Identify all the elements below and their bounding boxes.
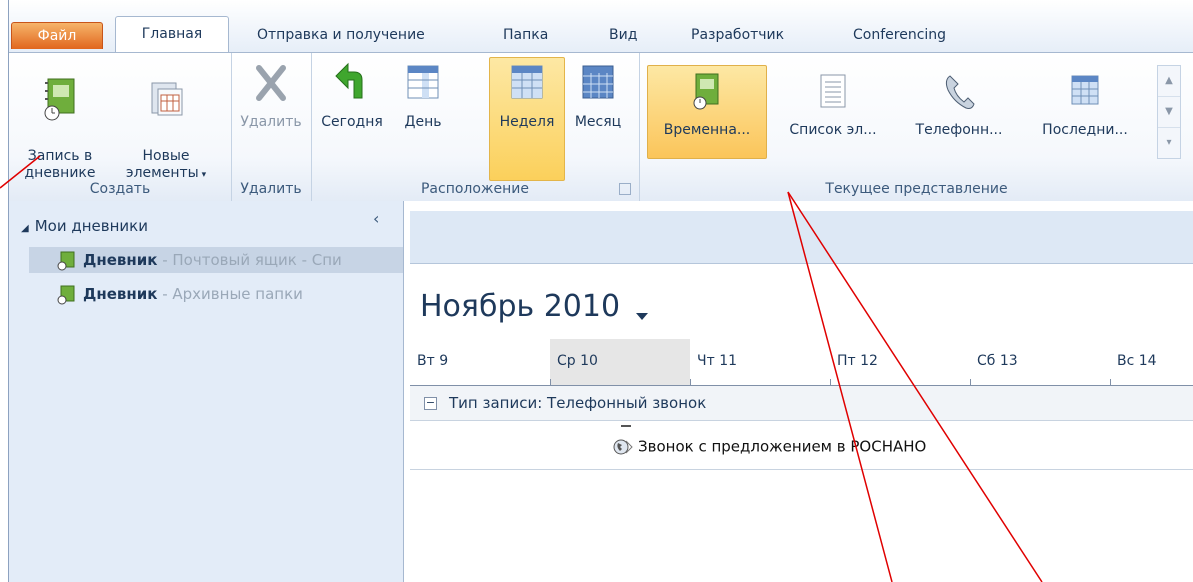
day-tick	[550, 379, 551, 385]
tab-folder[interactable]: Папка	[503, 20, 548, 50]
my-journals-header[interactable]: ◢ Мои дневники	[21, 217, 148, 235]
journal-name: Дневник	[83, 285, 158, 303]
gallery-down-icon[interactable]: ▼	[1158, 97, 1180, 128]
day-label: Вт 9	[417, 353, 449, 369]
day-label: Вс 14	[1117, 353, 1157, 369]
timeline-view: Ноябрь 2010 Вт 9 Ср 10 Чт 11 Пт 12 Сб 13…	[404, 201, 1193, 582]
journal-entry-label: Запись в дневнике	[24, 148, 96, 181]
journal-location: - Почтовый ящик - Спи	[157, 251, 342, 269]
gallery-scroll[interactable]: ▲ ▼ ▾	[1157, 65, 1181, 159]
journal-entry-item[interactable]: Звонок с предложением в РОСНАНО	[612, 437, 926, 457]
group-arrange-label: Расположение	[420, 181, 530, 197]
dialog-launcher-icon[interactable]	[619, 183, 631, 195]
day-scale: Вт 9 Ср 10 Чт 11 Пт 12 Сб 13 Вс 14	[410, 339, 1193, 386]
group-delete: Удалить Удалить	[231, 53, 312, 201]
day-label: Пт 12	[837, 353, 878, 369]
timeline-item-row: Звонок с предложением в РОСНАНО	[410, 421, 1193, 470]
day-tick	[1110, 379, 1111, 385]
view-last-seven-days[interactable]: Последни...	[1025, 65, 1145, 159]
gallery-more-icon[interactable]: ▾	[1158, 128, 1180, 158]
view-phone-calls-label: Телефонн...	[915, 122, 1003, 138]
new-items-button[interactable]: Новые элементы ▾	[109, 59, 223, 185]
tab-view[interactable]: Вид	[609, 20, 637, 50]
phone-icon	[945, 75, 975, 109]
nav-item-journal-mailbox[interactable]: Дневник - Почтовый ящик - Спи	[29, 247, 403, 273]
collapse-pane-icon[interactable]: ‹	[373, 209, 379, 228]
month-dropdown-icon[interactable]	[636, 313, 648, 320]
month-calendar-icon	[582, 65, 614, 99]
view-phone-calls[interactable]: Телефонн...	[899, 65, 1019, 159]
group-header-row[interactable]: − Тип записи: Телефонный звонок	[410, 386, 1193, 421]
current-view-gallery: Временна... Список эл... Телефонн... Пос…	[641, 57, 1181, 161]
week-label: Неделя	[499, 114, 555, 130]
day-tick	[830, 379, 831, 385]
day-label: Чт 11	[697, 353, 738, 369]
view-last-seven-days-label: Последни...	[1042, 122, 1128, 138]
journal-icon	[44, 78, 75, 121]
group-create: Запись в дневнике Новые элементы ▾ Созда…	[9, 53, 232, 201]
tab-home[interactable]: Главная	[115, 16, 229, 54]
journal-icon	[57, 285, 75, 304]
journal-entry-button[interactable]: Запись в дневнике	[13, 59, 107, 183]
entry-duration-bar	[621, 425, 631, 427]
journal-location: - Архивные папки	[157, 285, 303, 303]
journal-entry-subject: Звонок с предложением в РОСНАНО	[638, 437, 927, 456]
week-button[interactable]: Неделя	[489, 57, 565, 181]
phone-call-icon	[613, 439, 633, 455]
last-days-calendar-icon	[1071, 75, 1099, 105]
today-label: Сегодня	[321, 114, 383, 130]
month-title: Ноябрь 2010	[420, 289, 621, 324]
day-label: День	[404, 114, 442, 130]
day-button[interactable]: День	[393, 59, 453, 132]
list-view-icon	[820, 74, 846, 108]
month-label: Месяц	[574, 114, 622, 130]
day-label-today: Ср 10	[550, 339, 690, 385]
tab-file[interactable]: Файл	[11, 22, 103, 49]
tab-send-receive[interactable]: Отправка и получение	[257, 20, 425, 50]
new-items-label: Новые элементы	[125, 148, 199, 181]
delete-button[interactable]: Удалить	[235, 59, 307, 132]
group-header-label: Тип записи: Телефонный звонок	[449, 394, 707, 412]
my-journals-label: Мои дневники	[34, 217, 148, 235]
day-tick	[690, 379, 691, 385]
timeline-header-band	[410, 211, 1193, 264]
view-timeline-label: Временна...	[663, 122, 751, 138]
timeline-view-icon	[693, 73, 719, 110]
gallery-up-icon[interactable]: ▲	[1158, 66, 1180, 97]
view-entry-list[interactable]: Список эл...	[773, 65, 893, 159]
view-timeline[interactable]: Временна...	[647, 65, 767, 159]
day-label: Сб 13	[977, 353, 1018, 369]
dropdown-arrow-icon: ▾	[198, 170, 207, 180]
navigation-pane: ◢ Мои дневники ‹ Дневник - Почтовый ящик …	[9, 201, 404, 582]
group-delete-label: Удалить	[240, 181, 302, 197]
week-calendar-icon	[511, 65, 543, 99]
today-button[interactable]: Сегодня	[315, 59, 389, 132]
day-tick	[970, 379, 971, 385]
journal-icon	[57, 251, 75, 270]
view-entry-list-label: Список эл...	[789, 122, 877, 138]
delete-label: Удалить	[240, 114, 302, 130]
tab-developer[interactable]: Разработчик	[691, 20, 784, 50]
today-arrow-icon	[335, 62, 363, 99]
ribbon: Запись в дневнике Новые элементы ▾ Созда…	[9, 52, 1193, 202]
day-calendar-icon	[407, 65, 439, 99]
month-button[interactable]: Месяц	[565, 59, 631, 132]
journal-name: Дневник	[83, 251, 158, 269]
expand-triangle-icon[interactable]: ◢	[21, 223, 29, 234]
new-items-icon	[151, 82, 183, 116]
ribbon-tab-bar: Файл Главная Отправка и получение Папка …	[9, 0, 1193, 54]
delete-x-icon	[256, 65, 286, 101]
tab-conferencing[interactable]: Conferencing	[853, 20, 946, 50]
group-current-view-label: Текущее представление	[825, 181, 1008, 197]
nav-item-journal-archive[interactable]: Дневник - Архивные папки	[55, 281, 393, 307]
outlook-window: Файл Главная Отправка и получение Папка …	[8, 0, 1193, 582]
group-arrange: Сегодня День Неделя Месяц Расположение	[311, 53, 640, 201]
group-create-label: Создать	[89, 181, 151, 197]
collapse-group-icon[interactable]: −	[424, 397, 437, 410]
